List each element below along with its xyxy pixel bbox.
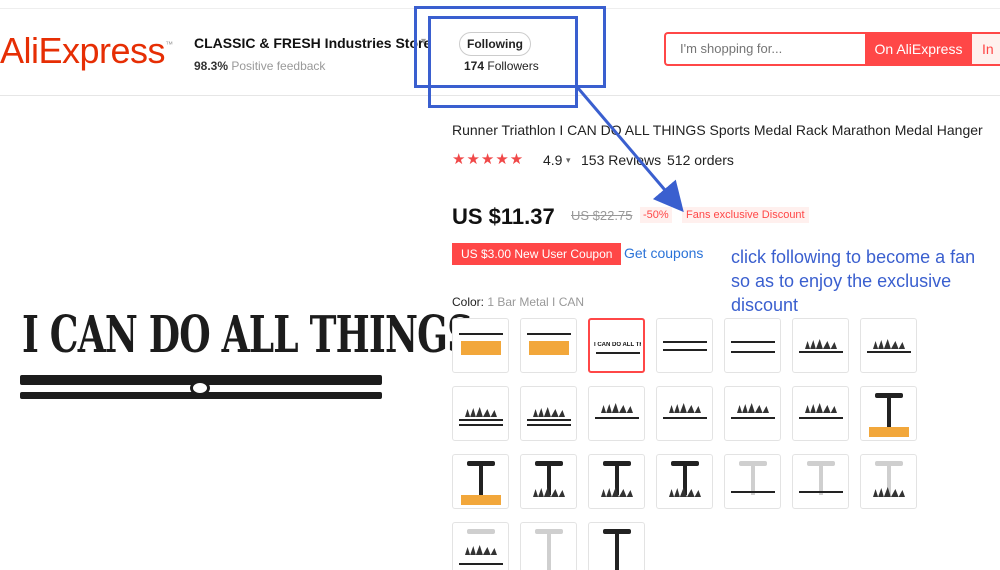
- color-swatch[interactable]: [860, 318, 917, 373]
- chevron-down-icon[interactable]: ▾: [566, 155, 571, 166]
- color-swatch[interactable]: [792, 318, 849, 373]
- get-coupons-link[interactable]: Get coupons: [624, 245, 703, 261]
- search-in-store-button[interactable]: In: [972, 32, 1000, 66]
- aliexpress-logo[interactable]: AliExpress™: [0, 30, 173, 72]
- original-price: US $22.75: [571, 208, 633, 223]
- color-swatch[interactable]: [588, 522, 645, 570]
- product-title: Runner Triathlon I CAN DO ALL THINGS Spo…: [452, 122, 983, 138]
- feedback-percent: 98.3%: [194, 59, 229, 73]
- color-swatch[interactable]: [452, 386, 509, 441]
- store-feedback: 98.3% Positive feedback: [194, 59, 325, 73]
- rating-stars: ★★★★★: [452, 151, 525, 168]
- color-swatch[interactable]: [792, 454, 849, 509]
- color-label-text: Color:: [452, 295, 485, 309]
- orders-count: 512 orders: [667, 152, 734, 168]
- swatch-lettering: I CAN DO ALL THINGS: [594, 342, 641, 348]
- color-swatch[interactable]: [520, 386, 577, 441]
- product-image-lettering: I CAN DO ALL THINGS: [22, 306, 473, 365]
- annotation-text: click following to become a fan so as to…: [731, 247, 976, 315]
- color-swatch[interactable]: [656, 454, 713, 509]
- color-swatch[interactable]: [520, 318, 577, 373]
- search-input[interactable]: [680, 41, 860, 56]
- new-user-coupon[interactable]: US $3.00 New User Coupon: [452, 243, 622, 265]
- color-swatch-selected[interactable]: I CAN DO ALL THINGS: [588, 318, 645, 373]
- color-swatch[interactable]: [724, 386, 781, 441]
- fans-discount-badge: Fans exclusive Discount: [682, 207, 809, 223]
- color-swatch[interactable]: [860, 386, 917, 441]
- color-swatch[interactable]: [656, 318, 713, 373]
- highlight-box: [428, 16, 578, 108]
- color-swatch[interactable]: [792, 386, 849, 441]
- color-swatch[interactable]: [452, 454, 509, 509]
- feedback-label: Positive feedback: [231, 59, 326, 73]
- color-swatch[interactable]: [452, 522, 509, 570]
- color-swatch[interactable]: [520, 454, 577, 509]
- hanger-loop: [190, 380, 210, 396]
- rating-value[interactable]: 4.9: [543, 152, 562, 168]
- color-swatch[interactable]: [724, 318, 781, 373]
- color-label: Color: 1 Bar Metal I CAN: [452, 295, 584, 309]
- discount-badge: -50%: [640, 207, 672, 223]
- reviews-link[interactable]: 153 Reviews: [581, 152, 661, 168]
- color-value: 1 Bar Metal I CAN: [487, 295, 585, 309]
- color-swatch[interactable]: [520, 522, 577, 570]
- color-swatch[interactable]: [860, 454, 917, 509]
- color-swatch[interactable]: [656, 386, 713, 441]
- search-on-aliexpress-button[interactable]: On AliExpress: [865, 32, 972, 66]
- color-swatch[interactable]: [588, 454, 645, 509]
- color-swatch[interactable]: [588, 386, 645, 441]
- color-swatch[interactable]: [452, 318, 509, 373]
- store-name[interactable]: CLASSIC & FRESH Industries Store: [194, 35, 431, 51]
- color-swatch[interactable]: [724, 454, 781, 509]
- current-price: US $11.37: [452, 204, 555, 229]
